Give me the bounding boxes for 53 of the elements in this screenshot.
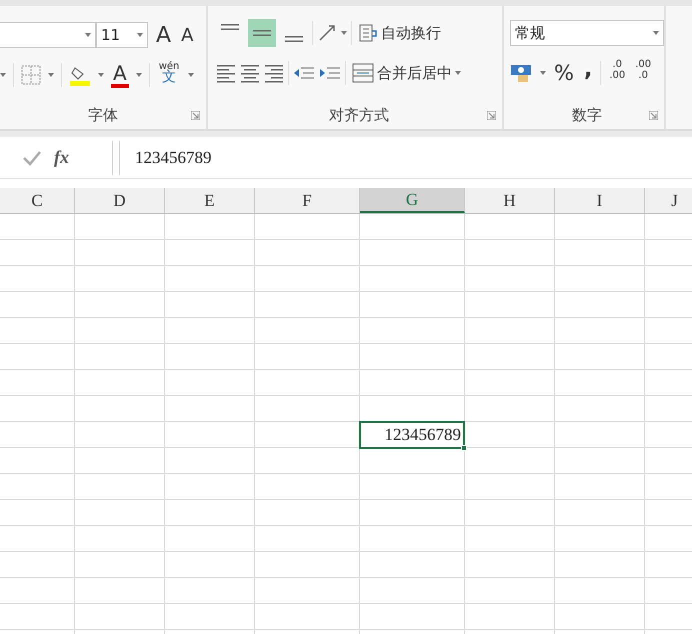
caret-icon [188, 73, 194, 77]
bottom-align-icon [285, 36, 303, 42]
phonetic-guide-button[interactable]: wén 文 [156, 61, 182, 89]
shrink-font-button[interactable]: A [179, 21, 196, 49]
number-format-field[interactable]: 常规 [510, 20, 664, 46]
align-center-icon [240, 63, 260, 83]
merge-center-button[interactable]: 合并后居中 [350, 59, 463, 87]
align-right-icon [264, 63, 284, 83]
top-align-icon [221, 24, 239, 30]
currency-format-icon[interactable] [510, 63, 534, 83]
caret-icon [85, 33, 91, 37]
dialog-launcher-icon[interactable] [191, 111, 200, 120]
text-orientation-icon[interactable] [317, 23, 337, 43]
insert-function-button[interactable]: fx [54, 147, 69, 168]
check-icon[interactable] [22, 150, 42, 166]
font-name-field[interactable] [0, 22, 96, 48]
caret-icon [341, 31, 347, 35]
column-header[interactable]: D [75, 188, 165, 213]
caret-icon [137, 33, 143, 37]
vertical-align-button[interactable] [248, 19, 276, 47]
group-label: 对齐方式 [329, 106, 389, 124]
percent-style-button[interactable]: % [552, 59, 576, 87]
border-icon[interactable] [21, 65, 41, 85]
column-header[interactable]: C [0, 188, 75, 213]
wrap-text-icon [358, 23, 378, 43]
caret-icon [0, 73, 6, 77]
column-header[interactable]: G [360, 188, 465, 213]
column-header[interactable]: H [465, 188, 555, 213]
caret-icon [540, 71, 546, 75]
column-header[interactable]: I [555, 188, 645, 213]
caret-icon [136, 73, 142, 77]
column-header[interactable]: E [165, 188, 255, 213]
merge-cells-icon [352, 63, 374, 83]
caret-icon [653, 31, 659, 35]
column-header[interactable]: J [645, 188, 692, 213]
grow-font-button[interactable]: A [154, 21, 174, 49]
font-size-field[interactable]: 11 [96, 22, 148, 48]
comma-style-button[interactable]: , [582, 59, 594, 87]
caret-icon [48, 73, 54, 77]
increase-decimal-button[interactable]: .0 .00 [607, 59, 628, 87]
dialog-launcher-icon[interactable] [487, 111, 496, 120]
caret-icon [455, 71, 461, 75]
selected-cell[interactable]: 123456789 [359, 421, 465, 449]
decrease-decimal-button[interactable]: .00 .0 [633, 59, 654, 87]
group-label: 数字 [572, 106, 602, 124]
wrap-text-button[interactable]: 自动换行 [356, 19, 443, 47]
formula-input[interactable]: 123456789 [119, 140, 692, 174]
align-left-icon [216, 63, 236, 83]
middle-align-icon [253, 30, 271, 36]
caret-icon [98, 73, 104, 77]
font-color-button[interactable]: A [111, 62, 129, 88]
dialog-launcher-icon[interactable] [649, 111, 658, 120]
group-label: 字体 [88, 106, 118, 124]
